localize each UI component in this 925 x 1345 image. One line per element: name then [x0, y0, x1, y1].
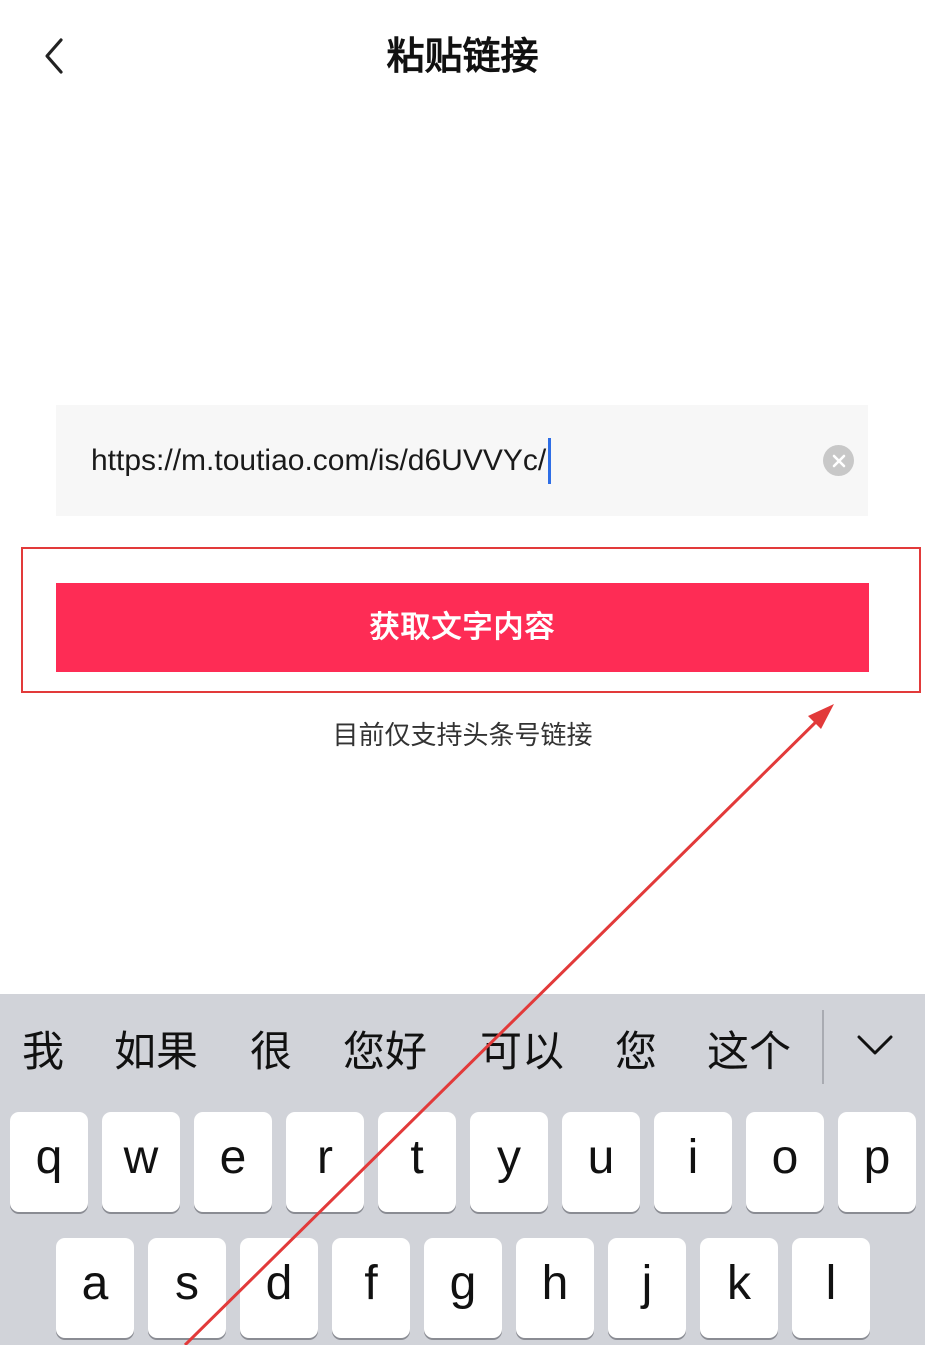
nav-bar: 粘贴链接: [0, 0, 925, 115]
key-p[interactable]: p: [838, 1112, 916, 1212]
clear-input-button[interactable]: [823, 445, 854, 476]
key-l[interactable]: l: [792, 1238, 870, 1338]
candidate-word[interactable]: 如果: [114, 1024, 198, 1080]
candidate-word[interactable]: 这个: [707, 1024, 791, 1080]
key-h[interactable]: h: [516, 1238, 594, 1338]
candidate-word[interactable]: 您: [615, 1024, 657, 1080]
collapse-candidates-button[interactable]: [850, 1020, 900, 1070]
candidate-divider: [822, 1010, 824, 1084]
candidate-word[interactable]: 您好: [343, 1024, 427, 1080]
get-text-content-button[interactable]: 获取文字内容: [56, 583, 869, 672]
chevron-down-icon: [857, 1035, 893, 1055]
candidate-word[interactable]: 很: [250, 1024, 292, 1080]
key-f[interactable]: f: [332, 1238, 410, 1338]
candidate-bar: 我 如果 很 您好 可以 您 这个: [0, 994, 925, 1100]
page-title: 粘贴链接: [386, 34, 539, 78]
url-input[interactable]: https://m.toutiao.com/is/d6UVVYc/: [56, 405, 868, 516]
key-r[interactable]: r: [286, 1112, 364, 1212]
key-i[interactable]: i: [654, 1112, 732, 1212]
key-t[interactable]: t: [378, 1112, 456, 1212]
candidate-word[interactable]: 可以: [480, 1024, 564, 1080]
key-q[interactable]: q: [10, 1112, 88, 1212]
key-w[interactable]: w: [102, 1112, 180, 1212]
key-u[interactable]: u: [562, 1112, 640, 1212]
url-input-value-row[interactable]: https://m.toutiao.com/is/d6UVVYc/: [91, 433, 552, 489]
key-k[interactable]: k: [700, 1238, 778, 1338]
url-input-value[interactable]: https://m.toutiao.com/is/d6UVVYc/: [91, 433, 546, 489]
clear-circle-icon: [832, 454, 845, 467]
key-g[interactable]: g: [424, 1238, 502, 1338]
key-o[interactable]: o: [746, 1112, 824, 1212]
candidate-word[interactable]: 我: [22, 1024, 64, 1080]
support-hint-text: 目前仅支持头条号链接: [332, 721, 593, 751]
key-j[interactable]: j: [608, 1238, 686, 1338]
keyboard: 我 如果 很 您好 可以 您 这个 q w e r t y u i o p a …: [0, 994, 925, 1345]
text-caret: [548, 438, 552, 484]
key-a[interactable]: a: [56, 1238, 134, 1338]
key-d[interactable]: d: [240, 1238, 318, 1338]
key-y[interactable]: y: [470, 1112, 548, 1212]
key-s[interactable]: s: [148, 1238, 226, 1338]
key-e[interactable]: e: [194, 1112, 272, 1212]
